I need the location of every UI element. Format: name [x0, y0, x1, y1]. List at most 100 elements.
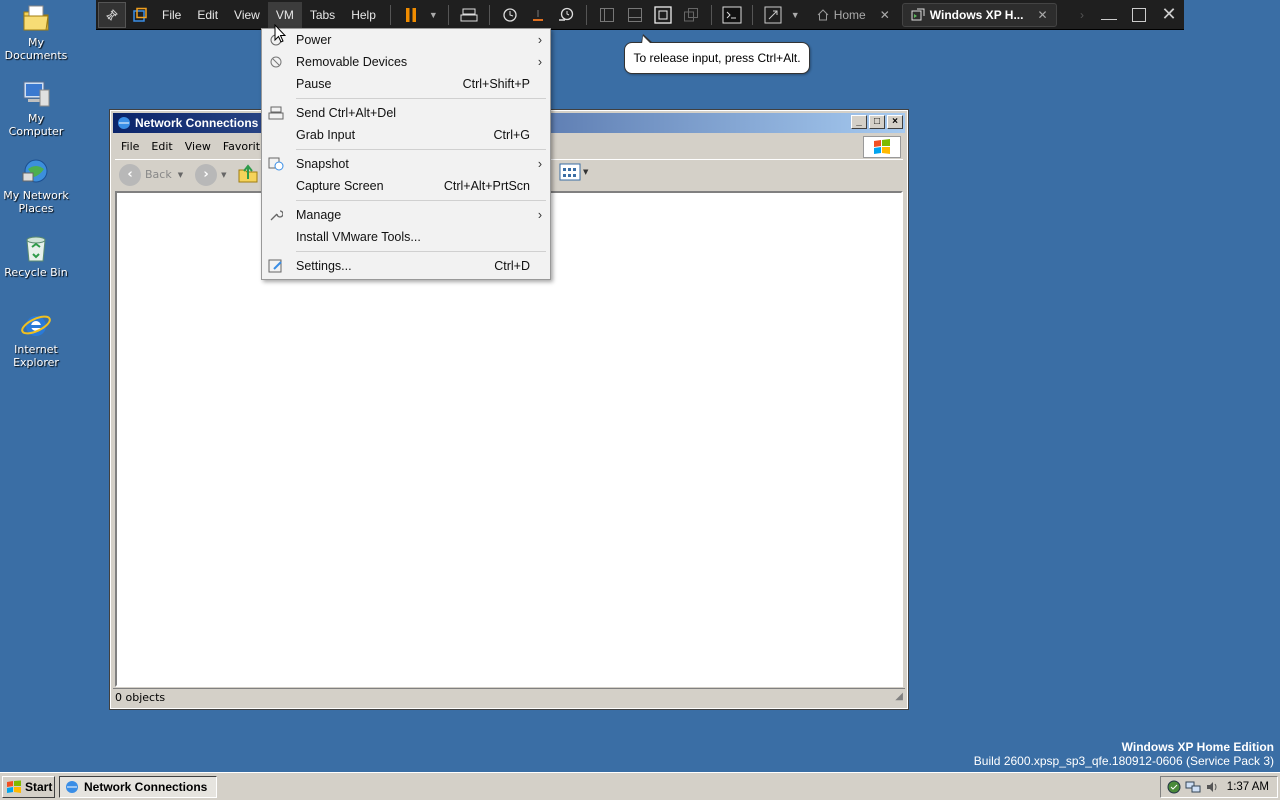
tooltip-text: To release input, press Ctrl+Alt.: [633, 51, 801, 65]
close-window-button[interactable]: ✕: [1154, 0, 1184, 30]
show-library-button[interactable]: [593, 0, 621, 30]
menu-item-snapshot[interactable]: Snapshot ›: [262, 153, 550, 175]
menu-file[interactable]: File: [154, 2, 189, 28]
pause-button[interactable]: [397, 0, 425, 30]
maximize-button[interactable]: [1124, 0, 1154, 30]
menu-item-label: Install VMware Tools...: [296, 230, 421, 244]
minimize-button[interactable]: [1094, 0, 1124, 30]
menu-item-shortcut: Ctrl+Shift+P: [462, 77, 530, 91]
maximize-icon: [1132, 7, 1146, 22]
menu-item-settings[interactable]: Settings... Ctrl+D: [262, 255, 550, 277]
chevron-down-icon: ▼: [221, 170, 227, 179]
menu-item-capture-screen[interactable]: Capture Screen Ctrl+Alt+PrtScn: [262, 175, 550, 197]
console-view-button[interactable]: [718, 0, 746, 30]
menu-item-pause[interactable]: Pause Ctrl+Shift+P: [262, 73, 550, 95]
wrench-icon: [268, 208, 284, 222]
menu-item-manage[interactable]: Manage ›: [262, 204, 550, 226]
network-connections-icon: [118, 117, 130, 129]
tab-scroll-arrow-icon[interactable]: ›: [1080, 8, 1084, 22]
mouse-cursor-icon: [274, 24, 286, 43]
snapshot-manager-button[interactable]: [552, 0, 580, 30]
explorer-menu-favorites[interactable]: Favorit: [217, 140, 266, 153]
edition-text: Windows XP Home Edition: [1121, 740, 1274, 754]
volume-icon[interactable]: [1205, 780, 1219, 794]
library-button[interactable]: [126, 0, 154, 30]
toolbar-separator: [585, 4, 587, 25]
back-button[interactable]: ‹ Back ▼: [119, 163, 183, 186]
submenu-arrow-icon: ›: [537, 157, 542, 171]
tab-home[interactable]: Home ✕: [808, 3, 898, 27]
snapshot-manager-icon: [558, 7, 573, 21]
take-snapshot-button[interactable]: [496, 0, 524, 30]
chevron-down-icon: ▼: [428, 9, 438, 20]
revert-snapshot-button[interactable]: [524, 0, 552, 30]
start-button[interactable]: Start: [2, 775, 55, 798]
menu-view[interactable]: View: [226, 2, 268, 28]
menu-tabs[interactable]: Tabs: [302, 2, 343, 28]
resize-grip-icon[interactable]: ◢: [895, 688, 903, 705]
menu-item-install-vmware-tools[interactable]: Install VMware Tools...: [262, 226, 550, 248]
desktop-icon-label: Recycle Bin: [4, 266, 68, 279]
explorer-menu-edit[interactable]: Edit: [145, 140, 178, 153]
menu-item-label: Snapshot: [296, 157, 349, 171]
stretch-dropdown-button[interactable]: ▼: [787, 0, 804, 30]
menu-item-label: Power: [296, 33, 332, 47]
security-shield-icon[interactable]: [1167, 780, 1181, 794]
toolbar-separator: [710, 4, 712, 25]
toolbar-separator: [751, 4, 753, 25]
window-maximize-button[interactable]: □: [869, 115, 885, 129]
desktop-icon-my-computer[interactable]: My Computer: [0, 78, 72, 138]
forward-button[interactable]: › ▼: [195, 163, 227, 186]
pin-toolbar-button[interactable]: [98, 1, 126, 28]
menu-help[interactable]: Help: [343, 2, 384, 28]
explorer-menu-file[interactable]: File: [115, 140, 145, 153]
desktop-icon-recycle-bin[interactable]: Recycle Bin: [0, 232, 72, 279]
menu-item-grab-input[interactable]: Grab Input Ctrl+G: [262, 124, 550, 146]
desktop-icon-label: My Computer: [8, 112, 64, 138]
up-folder-icon: [238, 164, 257, 183]
taskbar: Start Network Connections 1:37 AM: [0, 772, 1280, 800]
unity-button[interactable]: [677, 0, 705, 30]
vm-dropdown-menu: Power › Removable Devices › Pause Ctrl+S…: [261, 28, 551, 280]
windows-flag-icon: [874, 139, 890, 154]
tab-windows-xp[interactable]: Windows XP H... ✕: [901, 2, 1057, 27]
window-minimize-button[interactable]: _: [851, 115, 867, 129]
close-icon[interactable]: ✕: [1037, 8, 1047, 22]
up-folder-button[interactable]: [237, 162, 259, 187]
close-icon[interactable]: ✕: [880, 8, 890, 22]
explorer-menu-view[interactable]: View: [179, 140, 217, 153]
stretch-guest-button[interactable]: [759, 0, 787, 30]
send-ctrl-alt-del-button[interactable]: [455, 0, 483, 30]
release-input-tooltip: To release input, press Ctrl+Alt.: [624, 34, 810, 74]
desktop-icon-my-documents[interactable]: My Documents: [0, 2, 72, 62]
menu-item-label: Settings...: [296, 259, 352, 273]
desktop-icon-internet-explorer[interactable]: Internet Explorer: [0, 309, 72, 369]
network-tray-icon[interactable]: [1185, 780, 1201, 794]
submenu-arrow-icon: ›: [537, 55, 542, 69]
power-dropdown-button[interactable]: ▼: [425, 0, 442, 30]
build-text: Build 2600.xpsp_sp3_qfe.180912-0606 (Ser…: [973, 754, 1274, 768]
views-button[interactable]: ▼: [559, 163, 588, 181]
pin-icon: [106, 8, 118, 21]
window-title: Network Connections: [135, 116, 259, 130]
vm-running-icon: [911, 8, 925, 20]
window-close-button[interactable]: ×: [887, 115, 903, 129]
taskbar-button-network-connections[interactable]: Network Connections: [59, 775, 217, 798]
menu-edit[interactable]: Edit: [189, 2, 226, 28]
minimize-icon: [1101, 19, 1117, 20]
my-computer-icon: [23, 81, 50, 107]
menu-item-power[interactable]: Power ›: [262, 29, 550, 51]
desktop-icon-my-network-places[interactable]: My Network Places: [0, 155, 72, 215]
removable-devices-icon: [268, 55, 284, 69]
windows-edition-watermark: Windows XP Home Edition Build 2600.xpsp_…: [974, 740, 1274, 768]
toolbar-separator: [447, 4, 449, 25]
full-screen-icon: [654, 5, 672, 24]
show-thumbnail-bar-button[interactable]: [621, 0, 649, 30]
menu-item-send-ctrl-alt-del[interactable]: Send Ctrl+Alt+Del: [262, 102, 550, 124]
clock[interactable]: 1:37 AM: [1227, 781, 1269, 793]
full-screen-button[interactable]: [649, 0, 677, 30]
close-icon: ✕: [1161, 4, 1177, 24]
sidebar-layout-icon: [599, 7, 614, 22]
settings-icon: [268, 259, 284, 273]
menu-item-removable-devices[interactable]: Removable Devices ›: [262, 51, 550, 73]
